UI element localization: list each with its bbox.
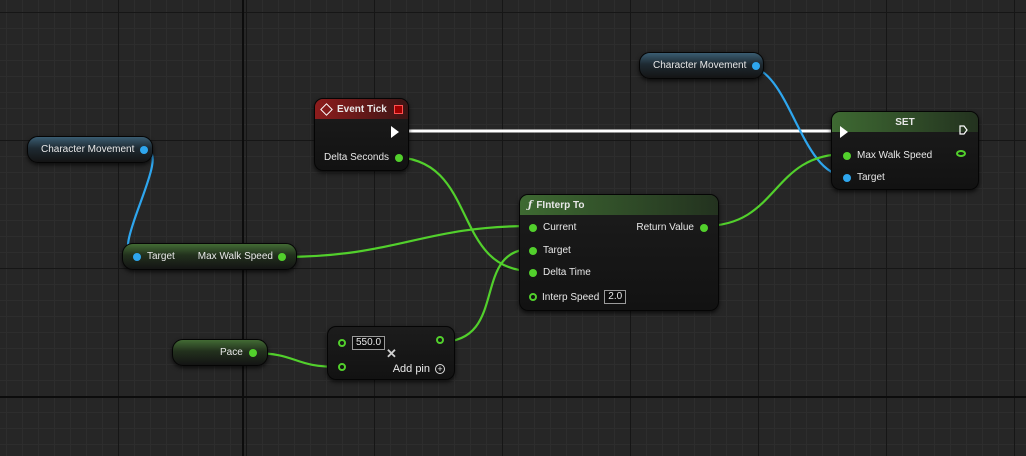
target-input-pin[interactable]	[843, 173, 851, 182]
return-value-label: Return Value	[636, 222, 694, 233]
finterp-to-node[interactable]: ƒ FInterp To Current Return Value Target…	[519, 194, 719, 311]
set-header: SET	[832, 112, 978, 132]
plus-circle-icon: +	[435, 364, 445, 374]
character-movement-node-top[interactable]: Character Movement	[639, 52, 764, 79]
delta-time-input-pin[interactable]	[529, 268, 537, 277]
diamond-icon	[320, 102, 333, 116]
delta-time-label: Delta Time	[543, 267, 591, 278]
multiply-value-input[interactable]: 550.0	[352, 336, 386, 350]
max-walk-speed-label: Max Walk Speed	[857, 150, 933, 161]
exec-output-pin[interactable]	[959, 125, 968, 135]
character-movement-output-pin[interactable]	[752, 61, 761, 70]
delta-seconds-label: Delta Seconds	[324, 152, 390, 163]
multiply-input-b-pin[interactable]	[338, 363, 346, 371]
square-icon[interactable]	[394, 104, 403, 114]
interp-speed-label: Interp Speed	[542, 291, 600, 303]
delta-seconds-output-pin[interactable]	[395, 153, 404, 162]
pace-output-pin[interactable]	[248, 348, 257, 357]
character-movement-output-pin[interactable]	[140, 145, 149, 154]
set-title: SET	[895, 116, 915, 128]
target-label: Target	[543, 245, 571, 256]
add-pin-button[interactable]: Add pin +	[393, 363, 445, 375]
event-tick-node[interactable]: Event Tick Delta Seconds	[314, 98, 409, 171]
set-node[interactable]: SET Max Walk Speed Target	[831, 111, 979, 190]
wire-maxwalk-current[interactable]	[279, 224, 533, 259]
function-f-icon: ƒ	[528, 199, 533, 211]
interp-speed-input-pin[interactable]	[529, 293, 537, 301]
target-input-pin[interactable]	[133, 252, 141, 261]
return-value-output-pin[interactable]	[700, 223, 708, 232]
max-walk-speed-label: Max Walk Speed	[197, 251, 273, 262]
add-pin-label: Add pin	[392, 363, 430, 375]
character-movement-label: Character Movement	[41, 144, 135, 155]
current-label: Current	[543, 222, 577, 233]
current-input-pin[interactable]	[529, 223, 537, 232]
finterp-title: FInterp To	[536, 199, 585, 211]
character-movement-node-left[interactable]: Character Movement	[27, 136, 153, 163]
event-tick-header: Event Tick	[315, 99, 408, 119]
character-movement-label: Character Movement	[653, 60, 747, 71]
multiply-input-a-pin[interactable]	[338, 339, 346, 347]
exec-output-pin[interactable]	[391, 126, 399, 138]
exec-input-pin[interactable]	[840, 126, 848, 138]
target-label: Target	[857, 172, 885, 183]
multiply-output-pin[interactable]	[436, 336, 444, 344]
wire-return-maxwalk[interactable]	[703, 152, 847, 228]
max-walk-speed-output-pin[interactable]	[956, 150, 966, 157]
finterp-header: ƒ FInterp To	[520, 195, 718, 215]
target-input-pin[interactable]	[529, 246, 537, 255]
get-max-walk-speed-node[interactable]: Target Max Walk Speed	[122, 243, 297, 270]
pace-node[interactable]: Pace	[172, 339, 268, 366]
pace-label: Pace	[220, 347, 243, 358]
multiply-node[interactable]: 550.0 ✕ Add pin +	[327, 326, 455, 380]
interp-speed-input[interactable]: 2.0	[604, 290, 627, 304]
wire-charmove-left-target[interactable]	[126, 148, 154, 259]
wires-layer	[126, 64, 847, 369]
max-walk-speed-output-pin[interactable]	[278, 252, 286, 261]
event-tick-title: Event Tick	[337, 103, 387, 115]
max-walk-speed-input-pin[interactable]	[843, 151, 851, 160]
x-icon: ✕	[386, 346, 397, 361]
target-label: Target	[147, 251, 175, 262]
